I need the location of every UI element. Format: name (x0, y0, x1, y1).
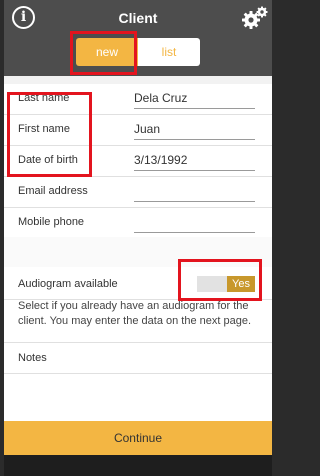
audiogram-helper-text: Select if you already have an audiogram … (18, 300, 252, 327)
last-name-underline (134, 108, 255, 109)
highlight-box-name-fields (7, 92, 92, 177)
page-title: Client (118, 10, 158, 26)
highlight-box-audiogram-toggle (178, 259, 262, 301)
first-name-field[interactable]: Juan (134, 122, 160, 136)
tab-list[interactable]: list (138, 38, 200, 66)
notes-label: Notes (18, 352, 47, 364)
audiogram-label: Audiogram available (18, 278, 118, 290)
bottom-bar (4, 455, 272, 476)
app-screen: i Client new list Last name Dela Cruz Fi… (4, 0, 272, 476)
mobile-underline (134, 232, 255, 233)
settings-gears-icon[interactable] (241, 6, 269, 30)
first-name-underline (134, 139, 255, 140)
dob-underline (134, 170, 255, 171)
form-top-gap (4, 76, 272, 84)
row-notes[interactable]: Notes (4, 342, 272, 374)
last-name-field[interactable]: Dela Cruz (134, 91, 187, 105)
continue-button[interactable]: Continue (4, 421, 272, 455)
row-mobile: Mobile phone (4, 208, 272, 239)
dob-field[interactable]: 3/13/1992 (134, 153, 187, 167)
email-underline (134, 201, 255, 202)
row-email: Email address (4, 177, 272, 208)
highlight-box-new-tab (70, 31, 137, 75)
email-label: Email address (18, 185, 88, 197)
mobile-label: Mobile phone (18, 216, 85, 228)
header: i Client new list (4, 0, 272, 76)
